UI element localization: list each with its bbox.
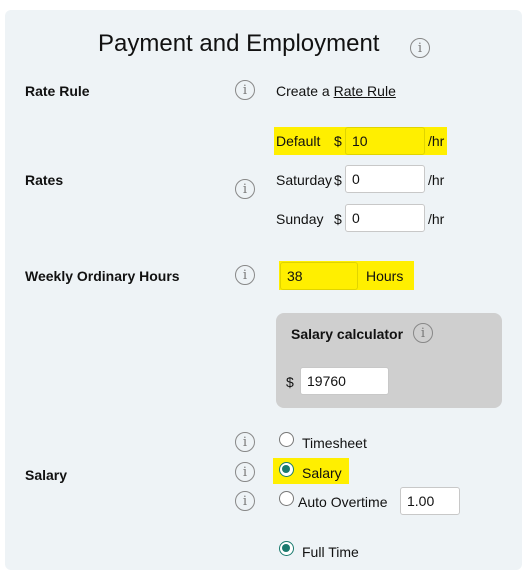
auto-overtime-input[interactable]	[400, 487, 460, 515]
timesheet-radio[interactable]	[279, 432, 294, 447]
rate-rule-link[interactable]: Rate Rule	[334, 83, 396, 99]
info-icon[interactable]: i	[235, 179, 255, 199]
salary-label: Salary	[25, 467, 68, 483]
rates-label: Rates	[25, 172, 64, 188]
default-rate-currency: $	[334, 133, 342, 149]
weekly-hours-unit: Hours	[366, 268, 404, 284]
auto-overtime-radio[interactable]	[279, 491, 294, 506]
sunday-rate-unit: /hr	[428, 211, 445, 227]
default-rate-unit: /hr	[428, 133, 445, 149]
saturday-rate-label: Saturday	[276, 172, 333, 188]
info-icon[interactable]: i	[235, 462, 255, 482]
rate-rule-text: Create a Rate Rule	[276, 83, 396, 99]
weekly-hours-label: Weekly Ordinary Hours	[25, 268, 180, 284]
salary-option-label: Salary	[302, 465, 342, 481]
full-time-radio[interactable]	[279, 541, 294, 556]
default-rate-label: Default	[276, 133, 321, 149]
saturday-rate-currency: $	[334, 172, 342, 188]
salary-calculator-input[interactable]	[300, 367, 389, 395]
page-title: Payment and Employment	[98, 30, 380, 57]
saturday-rate-input[interactable]	[345, 165, 425, 193]
rate-rule-label: Rate Rule	[25, 83, 90, 99]
info-icon[interactable]: i	[410, 38, 430, 58]
saturday-rate-unit: /hr	[428, 172, 445, 188]
sunday-rate-currency: $	[334, 211, 342, 227]
salary-calculator-currency: $	[286, 374, 294, 390]
info-icon[interactable]: i	[235, 432, 255, 452]
sunday-rate-input[interactable]	[345, 204, 425, 232]
info-icon[interactable]: i	[413, 323, 433, 343]
sunday-rate-label: Sunday	[276, 211, 324, 227]
salary-radio[interactable]	[279, 462, 294, 477]
default-rate-input[interactable]	[345, 127, 425, 155]
rate-rule-prefix: Create a	[276, 83, 334, 99]
weekly-hours-input[interactable]	[280, 262, 358, 290]
full-time-option-label: Full Time	[302, 544, 359, 560]
timesheet-option-label: Timesheet	[302, 435, 367, 451]
info-icon[interactable]: i	[235, 265, 255, 285]
salary-calculator-title: Salary calculator	[291, 326, 404, 342]
info-icon[interactable]: i	[235, 491, 255, 511]
info-icon[interactable]: i	[235, 80, 255, 100]
auto-overtime-option-label: Auto Overtime	[298, 494, 388, 510]
